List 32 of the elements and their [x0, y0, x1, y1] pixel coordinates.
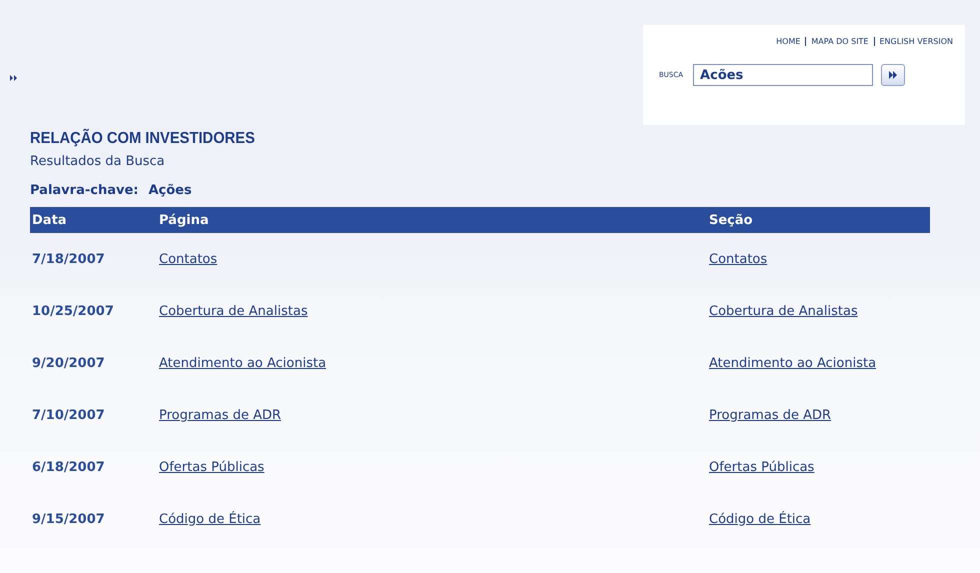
keyword-value: Ações	[148, 183, 192, 198]
date-cell: 7/18/2007	[32, 252, 105, 266]
page-link[interactable]: Atendimento ao Acionista	[159, 356, 326, 370]
column-header: Página	[159, 212, 209, 228]
page-subtitle: Resultados da Busca	[30, 154, 166, 169]
search-button[interactable]	[881, 64, 906, 86]
nav-link[interactable]: MAPA DO SITE	[805, 37, 868, 46]
section-link[interactable]: Código de Ética	[709, 512, 811, 526]
column-header: Data	[32, 212, 67, 228]
date-cell: 7/10/2007	[32, 408, 105, 422]
date-cell: 10/25/2007	[32, 304, 114, 318]
keyword-label: Palavra-chave:	[30, 183, 138, 198]
page-link[interactable]: Código de Ética	[159, 512, 261, 526]
page-link[interactable]: Programas de ADR	[159, 408, 282, 422]
section-link[interactable]: Cobertura de Analistas	[709, 304, 858, 318]
search-field[interactable]: Acões	[693, 64, 874, 86]
date-cell: 9/15/2007	[32, 512, 105, 526]
double-arrow-icon	[888, 71, 898, 79]
column-header: Seção	[709, 212, 753, 228]
section-link[interactable]: Programas de ADR	[709, 408, 832, 422]
nav-link[interactable]: ENGLISH VERSION	[874, 37, 953, 46]
page-link[interactable]: Contatos	[159, 252, 218, 266]
section-link[interactable]: Contatos	[709, 252, 768, 266]
nav-link[interactable]: HOME	[776, 37, 800, 46]
page-title: RELAÇÃO COM INVESTIDORES	[30, 128, 256, 148]
section-link[interactable]: Ofertas Públicas	[709, 460, 814, 474]
page-link[interactable]: Cobertura de Analistas	[159, 304, 308, 318]
double-arrow-icon	[10, 75, 18, 81]
section-link[interactable]: Atendimento ao Acionista	[709, 356, 876, 370]
page-link[interactable]: Ofertas Públicas	[159, 460, 264, 474]
date-cell: 9/20/2007	[32, 356, 105, 370]
date-cell: 6/18/2007	[32, 460, 105, 474]
